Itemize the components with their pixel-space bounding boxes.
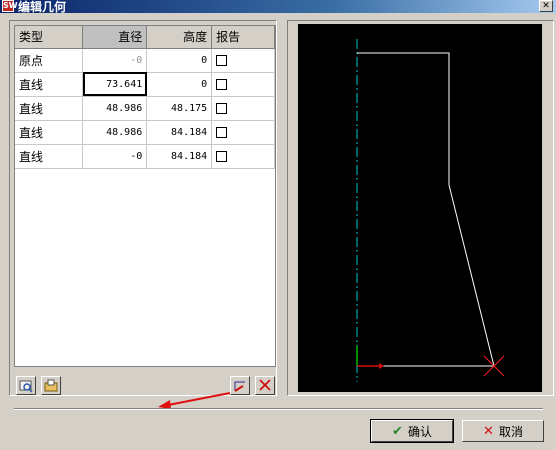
table-row[interactable]: 直线 48.986 84.184 (15, 120, 275, 145)
open-button[interactable] (16, 376, 36, 395)
cancel-label: 取消 (498, 424, 523, 439)
column-header-diameter[interactable]: 直径 (82, 26, 148, 49)
cell-report[interactable] (211, 72, 275, 97)
profile-outline (357, 52, 495, 367)
report-checkbox[interactable] (216, 103, 228, 114)
table-row[interactable]: 直线 -0 84.184 (15, 144, 275, 169)
ok-label: 确认 (407, 424, 432, 439)
check-icon: ✔ (392, 423, 403, 439)
cell-type: 直线 (15, 120, 84, 145)
delete-icon (259, 379, 271, 391)
profile-drawing (356, 39, 505, 382)
cell-report[interactable] (211, 48, 275, 73)
header-row: 类型 直径 高度 报告 (15, 26, 275, 49)
report-checkbox[interactable] (216, 151, 228, 162)
table-row[interactable]: 直线 48.986 48.175 (15, 96, 275, 121)
cell-height[interactable]: 84.184 (146, 144, 213, 169)
add-point-icon (234, 381, 245, 392)
cancel-button[interactable]: ✕ 取消 (462, 420, 544, 442)
cell-type: 原点 (15, 48, 84, 73)
save-icon (44, 379, 58, 392)
cell-height[interactable]: 0 (146, 48, 213, 73)
cell-diameter[interactable]: -0 (82, 48, 148, 73)
column-header-type[interactable]: 类型 (15, 26, 84, 49)
cell-type: 直线 (15, 144, 84, 169)
column-header-height[interactable]: 高度 (146, 26, 213, 49)
geometry-table[interactable]: 类型 直径 高度 报告 原点 -0 0 直线 73.641 0 直线 48.98… (14, 25, 276, 367)
title-bar: SW 编辑几何 ✕ (0, 0, 556, 14)
cell-diameter-editing[interactable]: 73.641 (82, 72, 148, 97)
open-file-icon (19, 380, 33, 393)
cell-diameter[interactable]: 48.986 (82, 96, 148, 121)
geometry-preview-canvas[interactable] (298, 24, 542, 392)
cell-diameter[interactable]: -0 (82, 144, 148, 169)
table-row[interactable]: 原点 -0 0 (15, 48, 275, 73)
cell-height[interactable]: 84.184 (146, 120, 213, 145)
cell-report[interactable] (211, 144, 275, 169)
app-icon: SW (2, 0, 18, 12)
report-checkbox[interactable] (216, 79, 228, 90)
cell-type: 直线 (15, 96, 84, 121)
cell-height[interactable]: 48.175 (146, 96, 213, 121)
save-button[interactable] (41, 376, 61, 395)
cell-report[interactable] (211, 120, 275, 145)
close-icon: ✕ (542, 1, 550, 11)
close-button[interactable]: ✕ (539, 0, 553, 12)
cell-type: 直线 (15, 72, 84, 97)
x-icon: ✕ (483, 423, 494, 439)
add-point-button[interactable] (230, 376, 250, 395)
report-checkbox[interactable] (216, 127, 228, 138)
window-title: 编辑几何 (18, 0, 67, 14)
cell-height[interactable]: 0 (146, 72, 213, 97)
table-row[interactable]: 直线 73.641 0 (15, 72, 275, 97)
delete-button[interactable] (255, 376, 275, 395)
ok-button[interactable]: ✔ 确认 (370, 419, 454, 443)
divider (14, 408, 543, 410)
cell-diameter[interactable]: 48.986 (82, 120, 148, 145)
cell-report[interactable] (211, 96, 275, 121)
column-header-report[interactable]: 报告 (211, 26, 275, 49)
report-checkbox[interactable] (216, 55, 228, 66)
